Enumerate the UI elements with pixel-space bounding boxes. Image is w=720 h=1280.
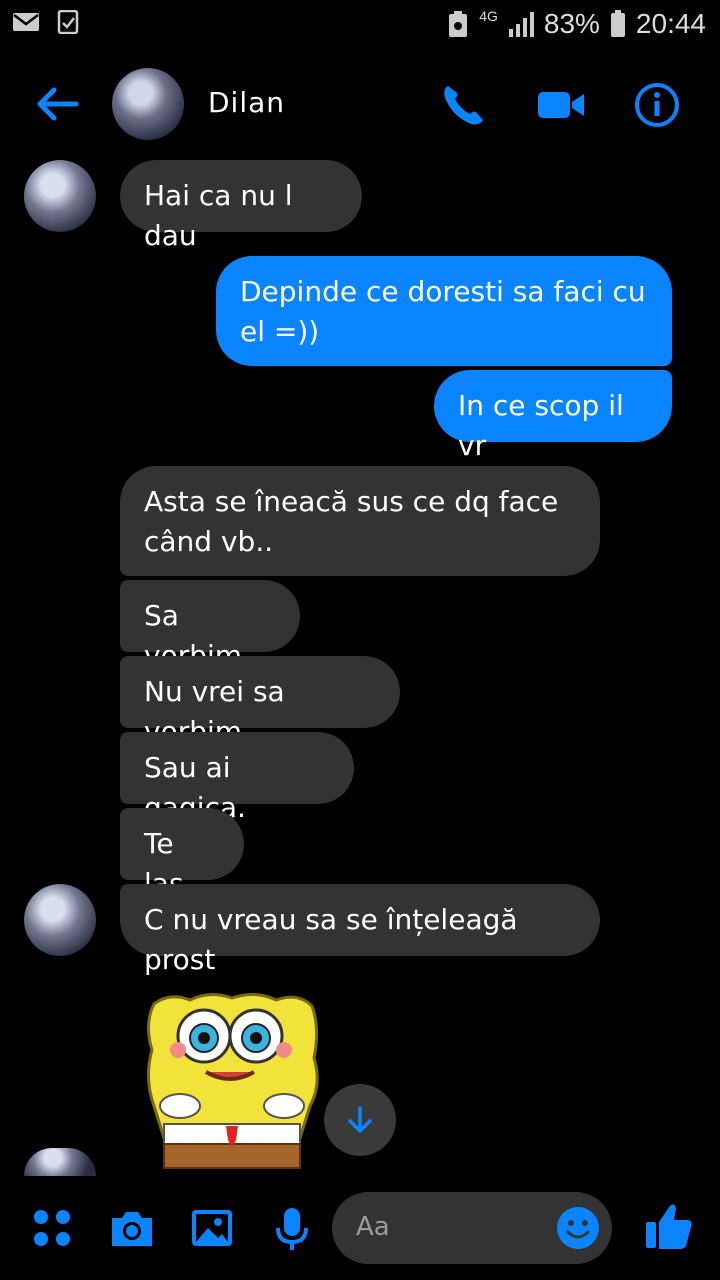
more-actions-icon[interactable]	[28, 1204, 76, 1252]
gallery-icon[interactable]	[188, 1204, 236, 1252]
message-incoming[interactable]: C nu vreau sa se înțeleagă prost	[120, 884, 600, 976]
message-incoming[interactable]: Hai ca nu l dau	[120, 160, 362, 252]
emoji-icon[interactable]	[556, 1206, 600, 1250]
message-input[interactable]: Aa	[332, 1192, 612, 1264]
message-incoming[interactable]: Nu vrei sa vorbim	[120, 656, 400, 748]
network-type: 4G	[479, 8, 498, 24]
status-bar: 4G 83% 20:44	[0, 0, 720, 50]
message-incoming[interactable]: Te las	[120, 808, 244, 900]
back-arrow-icon[interactable]	[32, 80, 80, 128]
message-outgoing[interactable]: Depinde ce doresti sa faci cu el =))	[216, 256, 672, 366]
like-thumbs-up-icon[interactable]	[644, 1200, 694, 1252]
clock: 20:44	[635, 8, 706, 39]
conversation-header: Dilan	[0, 62, 720, 146]
battery-percent: 83%	[543, 8, 600, 39]
message-input-placeholder: Aa	[356, 1212, 390, 1242]
message-incoming[interactable]: Sa vorbim	[120, 580, 300, 672]
sender-avatar	[24, 1148, 96, 1176]
contact-name[interactable]: Dilan	[208, 86, 285, 119]
arrow-down-icon	[348, 1106, 372, 1133]
camera-icon[interactable]	[108, 1204, 156, 1252]
battery-saver-icon	[449, 11, 468, 37]
video-call-icon[interactable]	[536, 80, 586, 130]
sender-avatar[interactable]	[24, 884, 96, 956]
scroll-to-bottom-button[interactable]	[324, 1084, 396, 1156]
microphone-icon[interactable]	[268, 1204, 316, 1252]
battery-icon	[610, 10, 625, 37]
message-incoming[interactable]: Asta se îneacă sus ce dq face când vb..	[120, 466, 600, 576]
message-composer: Aa	[0, 1176, 720, 1280]
contact-avatar[interactable]	[112, 68, 184, 140]
phone-call-icon[interactable]	[438, 80, 488, 130]
info-icon[interactable]	[632, 80, 682, 130]
mail-icon	[13, 13, 39, 31]
task-icon	[57, 10, 79, 34]
message-outgoing[interactable]: In ce scop il vr	[434, 370, 672, 462]
message-incoming[interactable]: Sau ai gagica.	[120, 732, 354, 824]
spongebob-sticker[interactable]	[140, 988, 324, 1178]
sender-avatar[interactable]	[24, 160, 96, 232]
signal-icon	[508, 12, 534, 37]
